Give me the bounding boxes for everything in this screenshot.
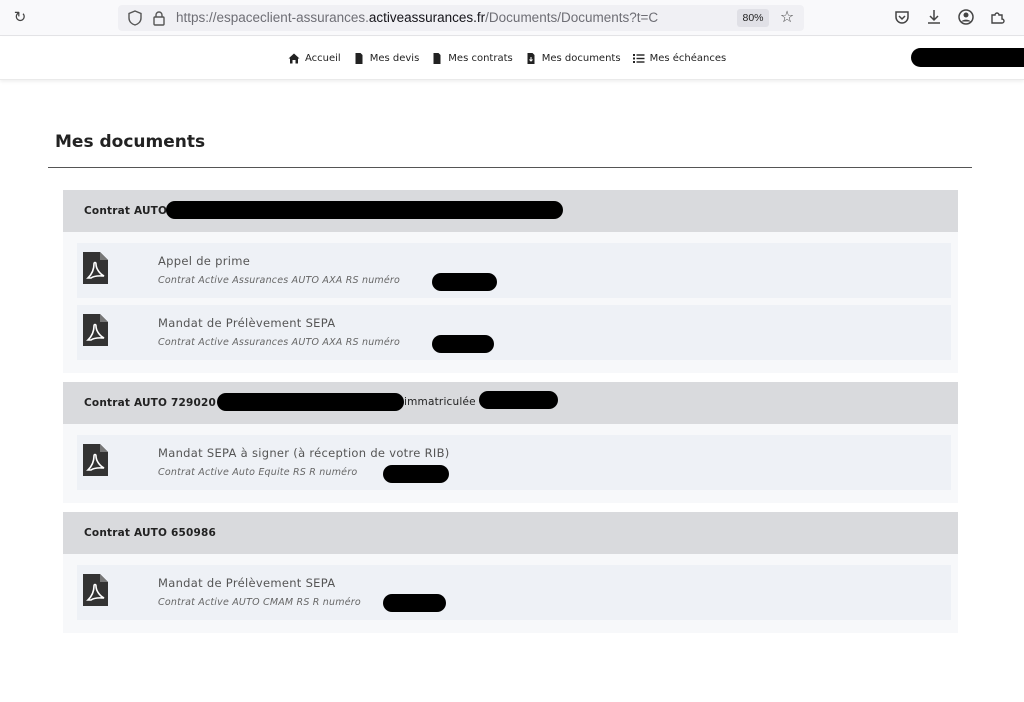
url-domain: activeassurances.fr — [368, 10, 486, 25]
document-row[interactable]: Appel de prime Contrat Active Assurances… — [77, 243, 951, 298]
section-body: Mandat SEPA à signer (à réception de vot… — [63, 424, 958, 503]
document-name[interactable]: Mandat SEPA à signer (à réception de vot… — [158, 446, 450, 460]
title-divider — [48, 167, 972, 168]
contract-section: Contrat AUTO 650986 Mandat de Prélèvemen… — [63, 512, 958, 633]
url-path: /Documents/Documents?t=C — [485, 10, 659, 25]
redacted-user-menu[interactable] — [911, 48, 1024, 67]
extensions-icon[interactable] — [989, 8, 1007, 26]
document-row[interactable]: Mandat de Prélèvement SEPA Contrat Activ… — [77, 305, 951, 360]
site-navigation: Accueil Mes devis Mes contrats Mes docum… — [0, 37, 1024, 80]
browser-toolbar: ↻ https://espaceclient-assurances.active… — [0, 0, 1024, 36]
document-icon — [433, 52, 441, 64]
document-subtitle: Contrat Active Assurances AUTO AXA RS nu… — [158, 275, 401, 286]
section-heading-suffix: immatriculée — [404, 396, 476, 408]
redacted-vehicle-info — [217, 393, 404, 411]
document-icon — [355, 52, 363, 64]
account-icon[interactable] — [957, 8, 975, 26]
page-title: Mes documents — [55, 132, 206, 152]
redacted-registration — [479, 391, 558, 409]
document-subtitle: Contrat Active Assurances AUTO AXA RS nu… — [158, 337, 401, 348]
list-icon — [632, 53, 645, 63]
nav-item-accueil[interactable]: Accueil — [288, 53, 341, 64]
pocket-icon[interactable] — [893, 8, 911, 26]
nav-item-label: Accueil — [305, 52, 341, 64]
document-download-icon — [527, 52, 535, 64]
home-icon — [288, 53, 300, 63]
pdf-file-icon[interactable] — [83, 314, 108, 346]
pdf-file-icon[interactable] — [83, 252, 108, 284]
bookmark-star-icon[interactable]: ☆ — [778, 8, 796, 26]
redacted-contract-info — [166, 201, 563, 219]
redacted-contract-number — [432, 273, 497, 291]
redacted-contract-number — [383, 465, 449, 483]
nav-item-mes-contrats[interactable]: Mes contrats — [431, 52, 513, 64]
nav-item-mes-echeances[interactable]: Mes échéances — [632, 52, 727, 64]
pdf-file-icon[interactable] — [83, 444, 108, 476]
nav-item-label: Mes documents — [541, 52, 621, 64]
contract-section: Contrat AUTO 729020 - immatriculée Manda… — [63, 382, 958, 503]
lock-icon[interactable] — [152, 10, 166, 26]
document-name[interactable]: Mandat de Prélèvement SEPA — [158, 316, 335, 330]
shield-icon[interactable] — [128, 10, 142, 26]
url-text[interactable]: https://espaceclient-assurances.activeas… — [176, 9, 658, 27]
section-body: Mandat de Prélèvement SEPA Contrat Activ… — [63, 554, 958, 633]
contract-section: Contrat AUTO Appel de prime Contrat Acti… — [63, 190, 958, 373]
document-name[interactable]: Mandat de Prélèvement SEPA — [158, 576, 335, 590]
pdf-file-icon[interactable] — [83, 574, 108, 606]
download-icon[interactable] — [925, 8, 943, 26]
document-row[interactable]: Mandat de Prélèvement SEPA Contrat Activ… — [77, 565, 951, 620]
redacted-contract-number — [383, 594, 446, 612]
section-body: Appel de prime Contrat Active Assurances… — [63, 232, 958, 373]
nav-item-label: Mes contrats — [448, 52, 513, 64]
nav-item-label: Mes devis — [369, 52, 420, 64]
redacted-contract-number — [432, 335, 494, 353]
nav-item-mes-documents[interactable]: Mes documents — [525, 52, 621, 64]
nav-item-mes-devis[interactable]: Mes devis — [353, 52, 420, 64]
section-header[interactable]: Contrat AUTO 650986 — [63, 512, 958, 554]
reload-icon[interactable]: ↻ — [11, 8, 29, 26]
nav-item-label: Mes échéances — [649, 52, 727, 64]
zoom-level-badge[interactable]: 80% — [737, 9, 769, 27]
url-prefix: https://espaceclient-assurances. — [176, 10, 369, 25]
section-heading: Contrat AUTO 729020 - — [84, 397, 225, 409]
address-bar[interactable]: https://espaceclient-assurances.activeas… — [118, 5, 804, 31]
section-header[interactable]: Contrat AUTO — [63, 190, 958, 232]
nav-links: Accueil Mes devis Mes contrats Mes docum… — [288, 51, 738, 65]
document-subtitle: Contrat Active AUTO CMAM RS R numéro — [158, 597, 361, 608]
document-subtitle: Contrat Active Auto Equite RS R numéro — [158, 467, 358, 478]
section-heading: Contrat AUTO 650986 — [84, 527, 217, 539]
document-row[interactable]: Mandat SEPA à signer (à réception de vot… — [77, 435, 951, 490]
section-header[interactable]: Contrat AUTO 729020 - immatriculée — [63, 382, 958, 424]
section-heading: Contrat AUTO — [84, 205, 168, 217]
document-name[interactable]: Appel de prime — [158, 254, 250, 268]
